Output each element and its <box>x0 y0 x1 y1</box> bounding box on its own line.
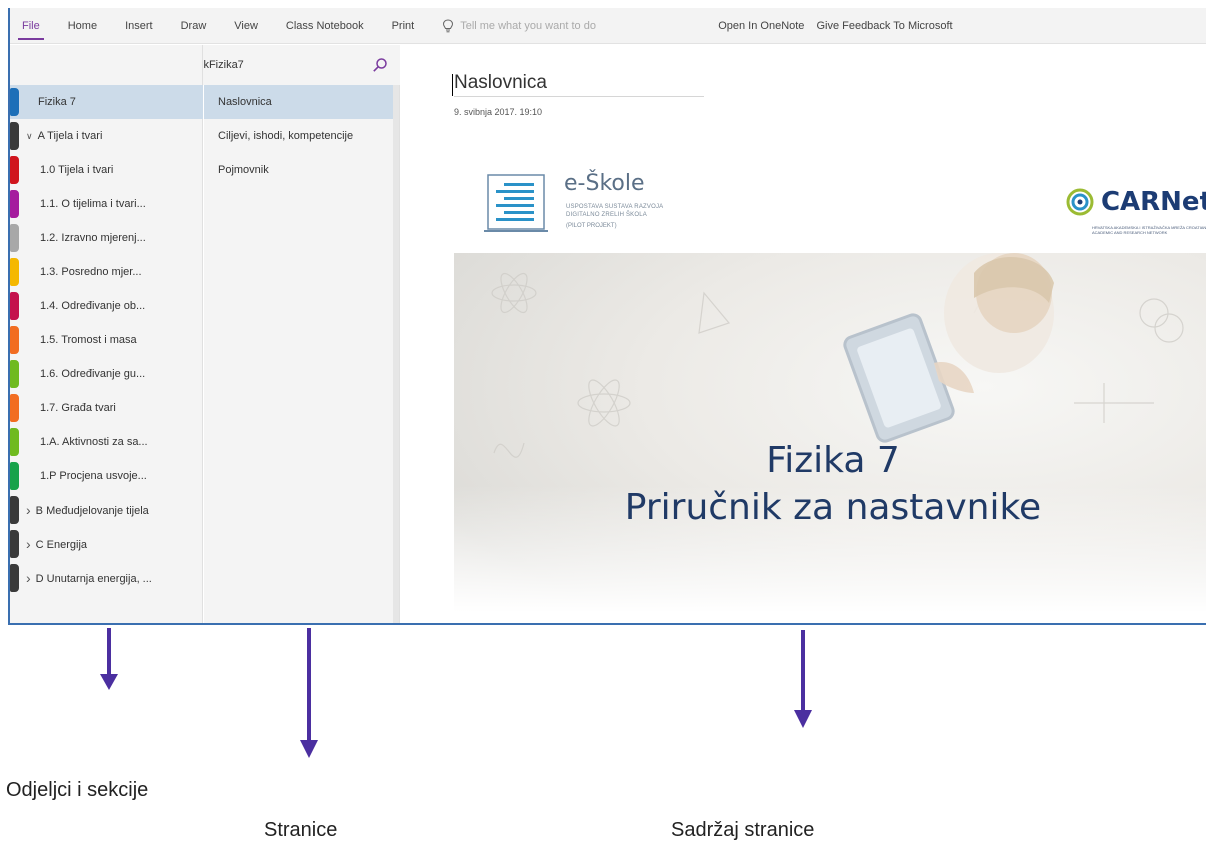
chevron-down-icon[interactable]: ∨ <box>26 131 33 142</box>
tab-file[interactable]: File <box>10 8 54 44</box>
eskole-subtitle: USPOSTAVA SUSTAVA RAZVOJA DIGITALNO ZREL… <box>566 203 663 219</box>
section-label: 1.6. Određivanje gu... <box>40 368 146 380</box>
section-group[interactable]: › C Energija <box>10 527 203 561</box>
page-label: Pojmovnik <box>218 164 269 176</box>
page-tab[interactable]: Naslovnica <box>204 85 399 119</box>
page-label: Naslovnica <box>218 96 272 108</box>
pages-scrollbar[interactable] <box>393 85 399 623</box>
eskole-pilot: (PILOT PROJEKT) <box>566 223 617 229</box>
section-tab[interactable]: 1.0 Tijela i tvari <box>10 153 203 187</box>
slide-header: e-Škole USPOSTAVA SUSTAVA RAZVOJA DIGITA… <box>454 155 1206 253</box>
section-tab[interactable]: 1.A. Aktivnosti za sa... <box>10 425 203 459</box>
eskole-subtitle-line1: USPOSTAVA SUSTAVA RAZVOJA <box>566 204 664 210</box>
section-color-tab <box>10 88 19 116</box>
section-color-tab <box>10 326 19 354</box>
section-label: 1.7. Građa tvari <box>40 402 116 414</box>
cover-image: e-Škole USPOSTAVA SUSTAVA RAZVOJA DIGITA… <box>454 155 1206 623</box>
page-date: 9. svibnja 2017. 19:10 <box>454 107 543 117</box>
section-tab[interactable]: 1.3. Posredno mjer... <box>10 255 203 289</box>
tab-class-notebook[interactable]: Class Notebook <box>272 8 378 44</box>
section-color-tab <box>10 428 19 456</box>
section-label: C Energija <box>35 539 88 551</box>
chevron-right-icon[interactable]: › <box>26 570 31 586</box>
section-label: 1.P Procjena usvoje... <box>40 470 147 482</box>
section-tab[interactable]: 1.5. Tromost i masa <box>10 323 203 357</box>
page-list: Naslovnica Ciljevi, ishodi, kompetencije P… <box>204 85 399 187</box>
section-label: D Unutarnja energija, ... <box>35 573 152 585</box>
arrow-sections <box>100 628 118 690</box>
page-content[interactable]: Naslovnica 9. svibnja 2017. 19:10 e-Škol… <box>402 45 1206 623</box>
section-color-tab <box>10 224 19 252</box>
section-label: B Međudjelovanje tijela <box>35 505 149 517</box>
sections-annotation-label: Odjeljci i sekcije <box>6 779 149 801</box>
carnet-logo: CARNet <box>1065 187 1206 217</box>
section-label: 1.3. Posredno mjer... <box>40 266 142 278</box>
section-color-tab <box>10 292 19 320</box>
section-label: 1.1. O tijelima i tvari... <box>40 198 146 210</box>
ribbon-tabs: File Home Insert Draw View Class Noteboo… <box>10 8 1206 44</box>
section-color-tab <box>10 258 19 286</box>
tab-view[interactable]: View <box>220 8 272 44</box>
section-color-tab <box>10 360 19 388</box>
section-label: A Tijela i tvari <box>37 130 103 142</box>
pages-panel: Naslovnica Ciljevi, ishodi, kompetencije P… <box>204 85 400 623</box>
search-icon[interactable] <box>360 57 400 73</box>
tell-me-placeholder: Tell me what you want to do <box>460 19 596 32</box>
slide-subtitle: Priručnik za nastavnike <box>624 487 1042 528</box>
sections-panel: Fizika 7 ∨ A Tijela i tvari 1.0 Tijela i tv… <box>10 45 203 623</box>
section-group[interactable]: › D Unutarnja energija, ... <box>10 561 203 595</box>
section-tab[interactable]: 1.P Procjena usvoje... <box>10 459 203 493</box>
section-color-tab <box>10 462 19 490</box>
section-color-tab <box>10 564 19 592</box>
open-in-onenote-link[interactable]: Open In OneNote <box>718 8 810 44</box>
slide-banner <box>454 253 1206 623</box>
tab-home[interactable]: Home <box>54 8 111 44</box>
section-color-tab <box>10 122 19 150</box>
section-label: 1.2. Izravno mjerenj... <box>40 232 146 244</box>
section-color-tab <box>10 496 19 524</box>
section-tab[interactable]: 1.6. Određivanje gu... <box>10 357 203 391</box>
section-group[interactable]: › B Međudjelovanje tijela <box>10 493 203 527</box>
tell-me-box[interactable]: Tell me what you want to do <box>428 18 718 33</box>
section-label: 1.4. Određivanje ob... <box>40 300 146 312</box>
pages-annotation-label: Stranice <box>264 819 338 841</box>
section-label: Fizika 7 <box>38 96 76 108</box>
eskole-name: e-Škole <box>564 171 645 196</box>
onenote-window: File Home Insert Draw View Class Noteboo… <box>8 8 1206 625</box>
tab-draw[interactable]: Draw <box>167 8 221 44</box>
tab-insert[interactable]: Insert <box>111 8 167 44</box>
section-label: 1.A. Aktivnosti za sa... <box>40 436 148 448</box>
section-color-tab <box>10 530 19 558</box>
section-label: 1.0 Tijela i tvari <box>40 164 114 176</box>
section-tab[interactable]: 1.1. O tijelima i tvari... <box>10 187 203 221</box>
page-title[interactable]: Naslovnica <box>452 72 704 97</box>
section-color-tab <box>10 394 19 422</box>
carnet-swirl-icon <box>1066 188 1094 216</box>
page-label: Ciljevi, ishodi, kompetencije <box>218 130 354 142</box>
eskole-logo-icon <box>484 174 548 232</box>
lightbulb-icon <box>443 18 454 32</box>
give-feedback-link[interactable]: Give Feedback To Microsoft <box>810 8 958 44</box>
page-tab[interactable]: Ciljevi, ishodi, kompetencije <box>204 119 399 153</box>
section-tab[interactable]: Fizika 7 <box>10 85 203 119</box>
carnet-tagline: HRVATSKA AKADEMSKA I ISTRAŽIVAČKA MREŽA … <box>1092 225 1206 235</box>
arrow-pages <box>300 628 318 758</box>
chevron-right-icon[interactable]: › <box>26 536 31 552</box>
chevron-right-icon[interactable]: › <box>26 502 31 518</box>
section-label: 1.5. Tromost i masa <box>40 334 137 346</box>
section-color-tab <box>10 190 19 218</box>
section-tab[interactable]: 1.4. Određivanje ob... <box>10 289 203 323</box>
slide-title: Fizika 7 <box>766 440 900 481</box>
carnet-name: CARNet <box>1100 187 1206 217</box>
page-tab[interactable]: Pojmovnik <box>204 153 399 187</box>
section-tab[interactable]: 1.2. Izravno mjerenj... <box>10 221 203 255</box>
section-tab[interactable]: 1.7. Građa tvari <box>10 391 203 425</box>
arrow-content <box>794 630 812 728</box>
section-color-tab <box>10 156 19 184</box>
section-group[interactable]: ∨ A Tijela i tvari <box>10 119 203 153</box>
eskole-subtitle-line2: DIGITALNO ZRELIH ŠKOLA <box>566 212 647 218</box>
content-annotation-label: Sadržaj stranice <box>671 819 815 841</box>
tab-print[interactable]: Print <box>378 8 429 44</box>
